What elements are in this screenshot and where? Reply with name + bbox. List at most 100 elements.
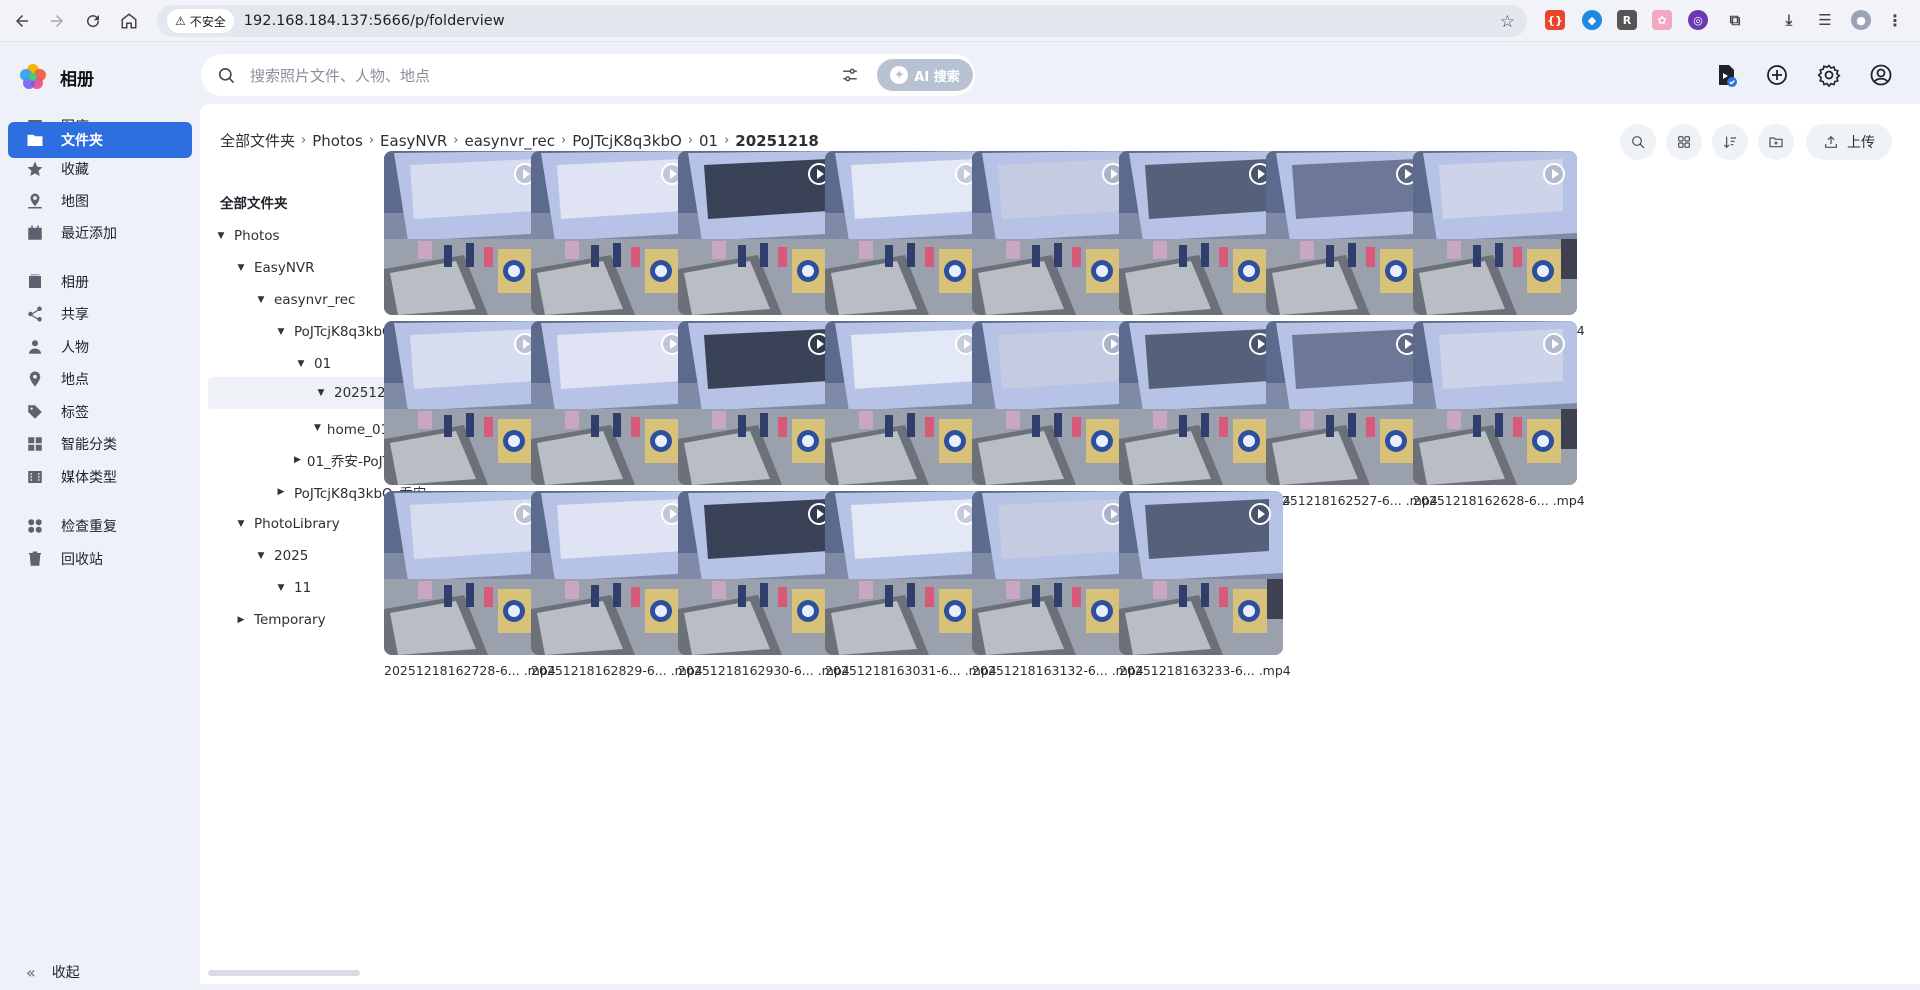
video-thumbnail[interactable] [531, 491, 695, 655]
sidebar-item-duplicates[interactable]: 检查重复 [8, 508, 192, 544]
caret-down-icon[interactable]: ▼ [214, 229, 228, 243]
video-card[interactable]: 20251218162123-6... .mp4 [678, 321, 850, 508]
video-card[interactable]: 20251218162224-6... .mp4 [825, 321, 997, 508]
video-card[interactable]: 20251218162325-6... .mp4 [972, 321, 1144, 508]
video-card[interactable]: 20251218162829-6... .mp4 [531, 491, 703, 678]
video-thumbnail[interactable] [972, 321, 1136, 485]
breadcrumb-item[interactable]: Photos [312, 132, 363, 150]
sort-button[interactable] [1712, 124, 1748, 160]
video-card[interactable]: 20251218161921-6... .mp4 [384, 321, 556, 508]
tree-node-photos[interactable]: ▼ Photos [214, 221, 400, 251]
video-thumbnail[interactable] [1119, 151, 1283, 315]
sidebar-item-people[interactable]: 人物 [8, 329, 192, 365]
video-card[interactable]: 20251218161618-6... .mp4 [1119, 151, 1291, 338]
video-card[interactable]: 20251218163132-6... .mp4 [972, 491, 1144, 678]
forward-icon[interactable] [40, 4, 74, 38]
account-button[interactable] [1865, 59, 1897, 91]
extension-icon[interactable]: ◎ [1688, 10, 1708, 30]
sidebar-item-smart-categories[interactable]: 智能分类 [8, 426, 192, 462]
video-card[interactable]: 20251218162426-6... .mp4 [1119, 321, 1291, 508]
caret-down-icon[interactable]: ▼ [294, 357, 308, 371]
sidebar-item-places[interactable]: 地点 [8, 361, 192, 397]
video-card[interactable]: 20251218161114-6... .mp4 [384, 151, 556, 338]
ai-search-button[interactable]: ✦ AI 搜索 [877, 59, 973, 91]
breadcrumb-item[interactable]: EasyNVR [380, 132, 447, 150]
video-thumbnail[interactable] [825, 491, 989, 655]
insecure-badge[interactable]: ⚠ 不安全 [167, 9, 234, 33]
video-card[interactable]: 20251218162728-6... .mp4 [384, 491, 556, 678]
caret-down-icon[interactable]: ▼ [234, 261, 248, 275]
video-thumbnail[interactable] [972, 151, 1136, 315]
caret-right-icon[interactable]: ▶ [294, 453, 301, 467]
sidebar-item-albums[interactable]: 相册 [8, 264, 192, 300]
video-card[interactable]: 20251218161316-6... .mp4 [678, 151, 850, 338]
settings-button[interactable] [1813, 59, 1845, 91]
collapse-sidebar-button[interactable]: « 收起 [26, 962, 80, 982]
upload-button[interactable]: 上传 [1806, 124, 1892, 160]
home-icon[interactable] [112, 4, 146, 38]
tree-node-2025[interactable]: ▼ 2025 [254, 541, 400, 571]
video-thumbnail[interactable] [1266, 151, 1430, 315]
sidebar-item-recent[interactable]: 最近添加 [8, 215, 192, 251]
video-thumbnail[interactable] [531, 151, 695, 315]
view-mode-button[interactable] [1666, 124, 1702, 160]
video-thumbnail[interactable] [384, 491, 548, 655]
bookmark-star-icon[interactable]: ☆ [1500, 12, 1515, 32]
horizontal-scrollbar[interactable] [208, 970, 360, 976]
video-card[interactable]: 20251218162022-6... .mp4 [531, 321, 703, 508]
video-thumbnail[interactable] [1413, 151, 1577, 315]
caret-down-icon[interactable]: ▼ [254, 549, 268, 563]
extension-icon[interactable]: ✿ [1652, 10, 1672, 30]
caret-right-icon[interactable]: ▶ [274, 485, 288, 499]
video-card[interactable]: 20251218161215-6... .mp4 [531, 151, 703, 338]
video-thumbnail[interactable] [1119, 321, 1283, 485]
breadcrumb-item[interactable]: easynvr_rec [465, 132, 555, 150]
caret-down-icon[interactable]: ▼ [314, 386, 328, 400]
video-card[interactable]: 20251218161719-6... .mp4 [1266, 151, 1438, 338]
caret-down-icon[interactable]: ▼ [274, 581, 288, 595]
extension-icon[interactable]: {} [1545, 10, 1565, 30]
download-icon[interactable]: ⤓ [1779, 10, 1799, 30]
breadcrumb-item[interactable]: PoJTcjK8q3kbO [572, 132, 682, 150]
video-thumbnail[interactable] [384, 151, 548, 315]
caret-down-icon[interactable]: ▼ [274, 325, 288, 339]
video-thumbnail[interactable] [384, 321, 548, 485]
video-thumbnail[interactable] [972, 491, 1136, 655]
filter-icon[interactable] [841, 66, 859, 84]
caret-down-icon[interactable]: ▼ [254, 293, 268, 307]
extension-icon[interactable]: ◆ [1582, 10, 1602, 30]
tree-node-easynvr-rec[interactable]: ▼ easynvr_rec [254, 285, 400, 315]
menu-dots-icon[interactable]: ⋮ [1885, 10, 1905, 30]
address-bar[interactable]: ⚠ 不安全 192.168.184.137:5666/p/folderview … [157, 5, 1527, 37]
video-thumbnail[interactable] [1119, 491, 1283, 655]
tree-node-camera[interactable]: ▼ PoJTcjK8q3kbO [274, 317, 400, 347]
sidebar-item-tags[interactable]: 标签 [8, 394, 192, 430]
video-thumbnail[interactable] [1266, 321, 1430, 485]
back-icon[interactable] [5, 4, 39, 38]
upload-task-button[interactable] [1710, 59, 1742, 91]
video-thumbnail[interactable] [678, 491, 842, 655]
video-card[interactable]: 20251218161417-6... .mp4 [825, 151, 997, 338]
playlist-icon[interactable]: ☰ [1815, 10, 1835, 30]
profile-avatar-icon[interactable]: ● [1851, 10, 1871, 30]
breadcrumb-item[interactable]: 全部文件夹 [220, 130, 295, 151]
video-card[interactable]: 20251218163233-6... .mp4 [1119, 491, 1291, 678]
caret-down-icon[interactable]: ▼ [314, 421, 321, 435]
caret-right-icon[interactable]: ▶ [234, 613, 248, 627]
breadcrumb-item[interactable]: 01 [699, 132, 718, 150]
video-card[interactable]: 20251218161517-6... .mp4 [972, 151, 1144, 338]
caret-down-icon[interactable]: ▼ [234, 517, 248, 531]
video-thumbnail[interactable] [678, 321, 842, 485]
sidebar-item-share[interactable]: 共享 [8, 296, 192, 332]
video-card[interactable]: 20251218162628-6... .mp4 [1413, 321, 1585, 508]
sidebar-item-media-types[interactable]: 媒体类型 [8, 459, 192, 495]
sidebar-item-trash[interactable]: 回收站 [8, 541, 192, 577]
tree-node-temporary[interactable]: ▶ Temporary [234, 605, 400, 635]
search-bar[interactable]: 搜索照片文件、人物、地点 ✦ AI 搜索 [201, 54, 975, 96]
video-thumbnail[interactable] [678, 151, 842, 315]
search-input[interactable]: 搜索照片文件、人物、地点 [250, 65, 430, 86]
tree-node-11[interactable]: ▼ 11 [274, 573, 400, 603]
video-thumbnail[interactable] [825, 321, 989, 485]
add-button[interactable] [1761, 59, 1793, 91]
video-card[interactable]: 20251218161820-6... .mp4 [1413, 151, 1585, 338]
